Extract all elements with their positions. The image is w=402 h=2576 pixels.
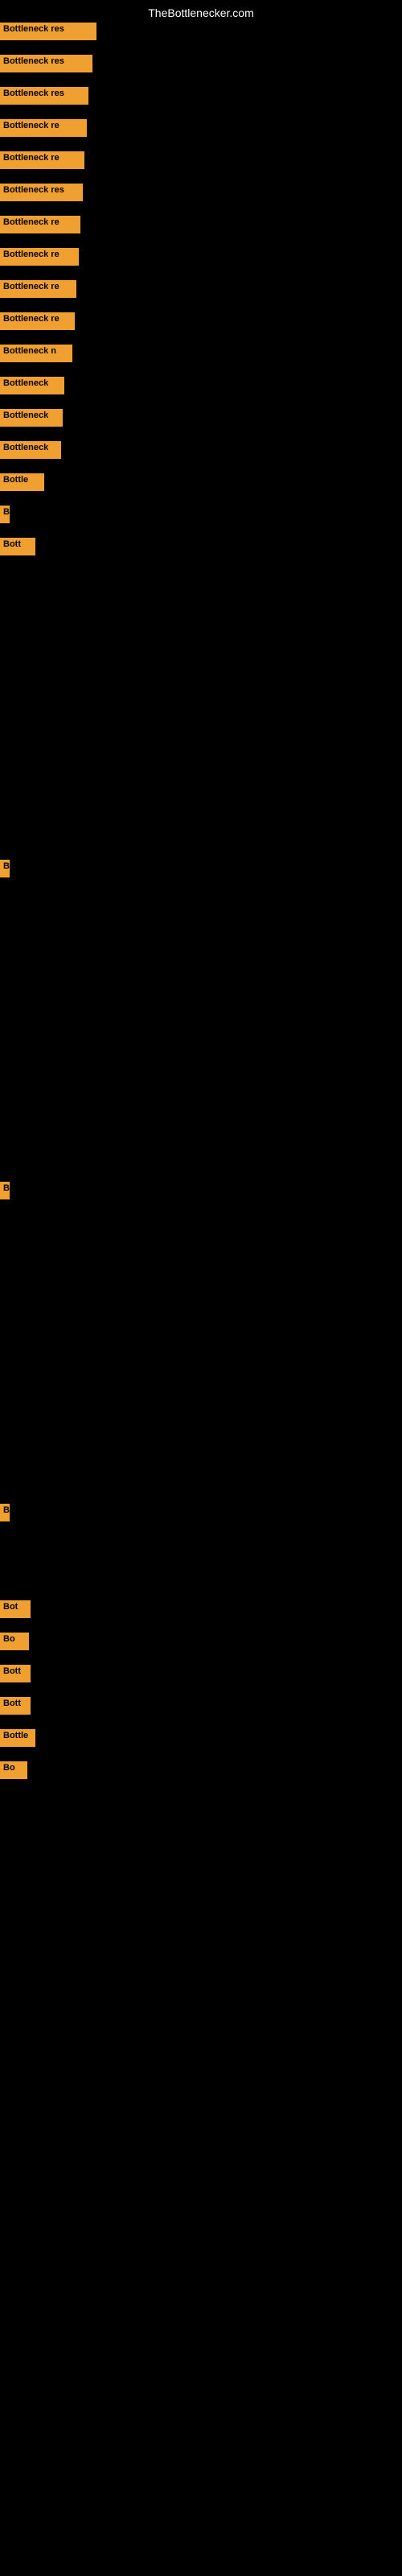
bottleneck-item: Bottleneck re [0,216,80,233]
bottleneck-item: Bottleneck n [0,345,72,362]
bottleneck-item: Bottle [0,1729,35,1747]
bottleneck-item: Bottleneck [0,409,63,427]
bottleneck-item: Bottleneck [0,377,64,394]
bottleneck-item: Bott [0,538,35,555]
bottleneck-item: B [0,506,10,523]
bottleneck-item: Bottleneck [0,441,61,459]
bottleneck-item: Bottleneck res [0,87,88,105]
bottleneck-item: Bot [0,1600,31,1618]
bottleneck-item: B [0,860,10,877]
bottleneck-item: B [0,1504,10,1521]
bottleneck-item: Bottle [0,473,44,491]
bottleneck-item: Bottleneck res [0,184,83,201]
bottleneck-item: Bottleneck re [0,280,76,298]
bottleneck-item: Bo [0,1633,29,1650]
bottleneck-item: Bottleneck res [0,55,92,72]
bottleneck-item: Bottleneck re [0,151,84,169]
bottleneck-item: B [0,1182,10,1199]
bottleneck-item: Bottleneck re [0,248,79,266]
bottleneck-item: Bott [0,1665,31,1682]
site-title: TheBottlenecker.com [0,6,402,19]
bottleneck-item: Bott [0,1697,31,1715]
bottleneck-item: Bo [0,1761,27,1779]
bottleneck-item: Bottleneck re [0,312,75,330]
bottleneck-item: Bottleneck re [0,119,87,137]
bottleneck-item: Bottleneck res [0,23,96,40]
